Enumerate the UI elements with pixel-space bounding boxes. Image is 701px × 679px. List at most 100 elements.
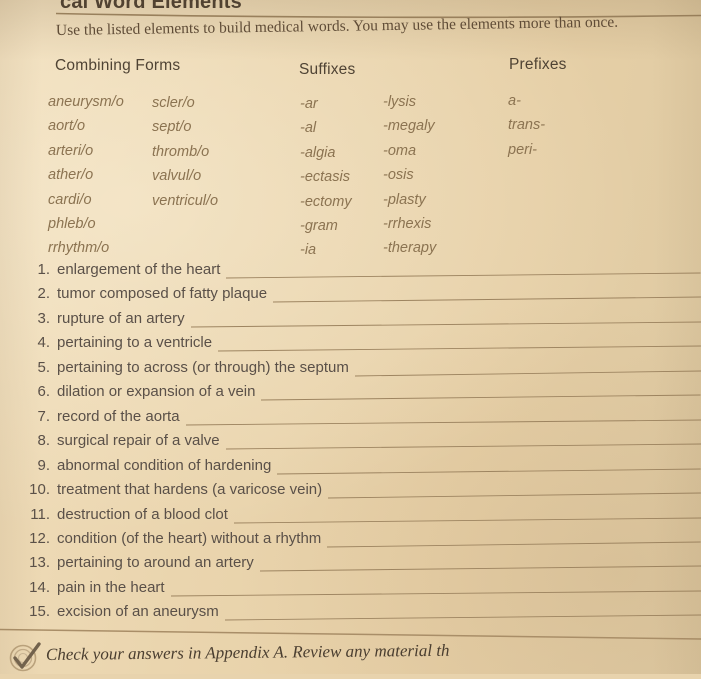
exercise-item-number: 1. <box>37 261 50 278</box>
footer-divider <box>0 628 701 642</box>
exercise-item: 1. enlargement of the heart <box>18 261 701 285</box>
exercise-item-prompt: pain in the heart <box>57 578 165 596</box>
exercise-item-prompt: pertaining to across (or through) the se… <box>57 358 349 376</box>
exercise-item: 15. excision of an aneurysm <box>18 603 701 627</box>
exercise-item-number: 9. <box>37 456 50 474</box>
exercise-item-number: 12. <box>29 529 50 547</box>
answer-blank[interactable] <box>171 579 701 599</box>
check-circle-icon <box>8 641 42 674</box>
exercise-item: 14. pain in the heart <box>18 579 701 603</box>
exercise-item: 12. condition (of the heart) without a rh… <box>18 530 701 554</box>
exercise-item: 2. tumor composed of fatty plaque <box>18 285 701 309</box>
prefixes-column-1: a-trans-peri- <box>508 89 545 162</box>
word-element: -gram <box>300 217 338 234</box>
exercise-item-number: 15. <box>29 603 50 621</box>
exercise-item-prompt: excision of an aneurysm <box>57 603 219 621</box>
word-element: aneurysm/o <box>48 94 124 110</box>
word-element: -megaly <box>383 118 435 135</box>
exercise-item-prompt: record of the aorta <box>57 407 180 425</box>
word-element: thromb/o <box>152 143 210 160</box>
answer-blank[interactable] <box>225 603 701 623</box>
word-element: -lysis <box>383 94 417 110</box>
exercise-item-number: 11. <box>30 505 50 523</box>
word-element: ather/o <box>48 167 94 184</box>
exercise-item-prompt: surgical repair of a valve <box>57 432 220 450</box>
word-element: -plasty <box>383 191 426 208</box>
answer-blank[interactable] <box>234 506 701 526</box>
exercise-item-prompt: dilation or expansion of a vein <box>57 383 256 401</box>
answer-blank[interactable] <box>277 457 701 477</box>
word-element: rrhythm/o <box>48 240 110 257</box>
word-element: ventricul/o <box>152 192 219 209</box>
answer-blank[interactable] <box>191 310 701 330</box>
exercise-item: 13. pertaining to around an artery <box>18 554 701 578</box>
exercise-item-number: 10. <box>29 481 50 499</box>
word-element: -osis <box>383 167 414 184</box>
word-element: cardi/o <box>48 191 92 208</box>
exercise-item-prompt: destruction of a blood clot <box>57 505 228 523</box>
exercise-item-number: 7. <box>37 407 50 425</box>
word-element: -ar <box>300 96 318 112</box>
suffixes-column-2: -lysis -megaly -oma -osis -plasty -rrhexis -th… <box>383 90 436 261</box>
word-element: trans- <box>508 117 546 134</box>
exercise-item: 6. dilation or expansion of a vein <box>18 383 701 407</box>
word-element: sept/o <box>152 119 192 136</box>
answer-blank[interactable] <box>355 359 701 379</box>
word-element: -ectomy <box>300 193 352 210</box>
word-element: -algia <box>300 144 336 161</box>
answer-blank[interactable] <box>261 383 701 403</box>
word-element: -therapy <box>383 240 437 257</box>
exercise-item-number: 8. <box>37 432 50 450</box>
exercise-item: 3. rupture of an artery <box>18 310 701 334</box>
word-element: a- <box>508 93 521 109</box>
answer-blank[interactable] <box>328 481 701 501</box>
word-element: peri- <box>508 141 538 158</box>
column-header-combining-forms: Combining Forms <box>55 57 181 74</box>
word-element: scler/o <box>152 95 195 111</box>
exercise-item-prompt: pertaining to a ventricle <box>57 334 213 352</box>
word-element: -ia <box>300 242 317 259</box>
combining-forms-column-1: aneurysm/o aort/o arteri/o ather/o cardi/o ph… <box>48 90 124 261</box>
column-header-prefixes: Prefixes <box>509 56 567 73</box>
answer-blank[interactable] <box>218 334 701 354</box>
exercise-item-prompt: tumor composed of fatty plaque <box>57 285 268 303</box>
exercise-item-number: 6. <box>37 383 50 401</box>
answer-blank[interactable] <box>226 432 701 452</box>
exercise-item-number: 4. <box>37 334 50 352</box>
answer-blank[interactable] <box>260 554 701 574</box>
word-element: aort/o <box>48 118 86 135</box>
combining-forms-column-2: scler/o sept/o thromb/o valvul/o ventricul/o <box>152 91 218 213</box>
word-element: -oma <box>383 142 417 159</box>
exercise-item: 8. surgical repair of a valve <box>18 432 701 456</box>
exercise-item-prompt: pertaining to around an artery <box>57 554 254 572</box>
exercise-item: 9. abnormal condition of hardening <box>18 457 701 481</box>
exercise-item-number: 3. <box>37 309 50 327</box>
word-element: phleb/o <box>48 215 96 232</box>
exercise-item-prompt: enlargement of the heart <box>57 261 221 278</box>
exercise-item-number: 5. <box>37 358 50 376</box>
exercise-item: 10. treatment that hardens (a varicose ve… <box>18 481 701 505</box>
exercise-item-number: 14. <box>29 578 50 596</box>
answer-blank[interactable] <box>273 285 701 305</box>
word-element: -ectasis <box>300 169 350 186</box>
exercise-item-number: 13. <box>29 554 50 572</box>
worksheet-page: cal Word Elements Use the listed element… <box>0 0 701 674</box>
answer-blank[interactable] <box>186 408 701 428</box>
answer-blank[interactable] <box>226 261 701 281</box>
exercise-item: 4. pertaining to a ventricle <box>18 334 701 358</box>
exercise-item-prompt: abnormal condition of hardening <box>57 456 272 474</box>
suffixes-column-1: -ar -al -algia -ectasis -ectomy -gram -ia <box>300 92 352 263</box>
exercise-item: 5. pertaining to across (or through) the … <box>18 359 701 383</box>
exercise-item-number: 2. <box>37 285 50 303</box>
word-element: arteri/o <box>48 142 94 159</box>
answer-blank[interactable] <box>327 530 701 550</box>
exercise-item-prompt: rupture of an artery <box>57 309 185 327</box>
exercise-item-prompt: condition (of the heart) without a rhyth… <box>57 529 322 547</box>
word-element: valvul/o <box>152 168 202 185</box>
exercise-item: 7. record of the aorta <box>18 408 701 432</box>
column-header-suffixes: Suffixes <box>299 61 356 78</box>
footer-note: Check your answers in Appendix A. Review… <box>45 640 450 664</box>
exercise-item-prompt: treatment that hardens (a varicose vein) <box>57 481 323 499</box>
word-element: -al <box>300 120 317 137</box>
exercise-item: 11. destruction of a blood clot <box>18 506 701 530</box>
